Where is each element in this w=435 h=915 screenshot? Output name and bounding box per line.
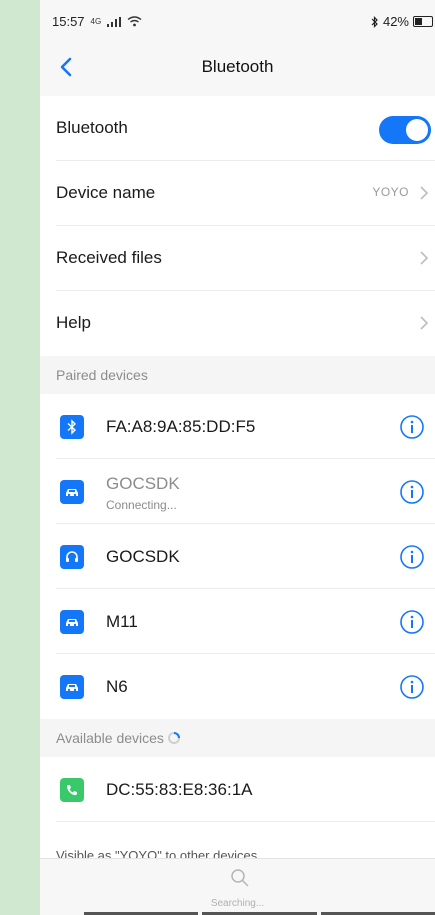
device-name-row[interactable]: Device name YOYO: [40, 161, 435, 226]
signal-label: 4G: [90, 17, 102, 26]
paired-device-row[interactable]: GOCSDK: [40, 524, 435, 589]
bluetooth-status-icon: [371, 15, 378, 28]
searching-label: Searching...: [210, 898, 265, 909]
received-files-label: Received files: [56, 248, 162, 267]
help-row[interactable]: Help: [40, 291, 435, 356]
device-name: FA:A8:9A:85:DD:F5: [106, 417, 256, 436]
device-name: DC:55:83:E8:36:1A: [106, 780, 253, 799]
info-icon[interactable]: [399, 479, 425, 505]
wifi-icon: [127, 16, 142, 27]
device-name-value: YOYO: [372, 185, 409, 199]
bluetooth-label: Bluetooth: [56, 118, 128, 137]
search-icon[interactable]: [230, 868, 250, 888]
chevron-right-icon: [420, 316, 429, 330]
paired-device-row[interactable]: N6: [40, 654, 435, 719]
car-icon: [60, 610, 84, 634]
received-files-row[interactable]: Received files: [40, 226, 435, 291]
device-name: M11: [106, 612, 138, 631]
device-name: N6: [106, 677, 128, 696]
car-icon: [60, 480, 84, 504]
phone-icon: [60, 778, 84, 802]
screen: 15:57 4G 42% Bluetooth Bluetooth Device …: [40, 0, 435, 915]
device-status: Connecting...: [106, 498, 177, 512]
info-icon[interactable]: [399, 544, 425, 570]
bluetooth-toggle[interactable]: [379, 116, 431, 144]
available-devices-header: Available devices: [40, 719, 435, 757]
help-label: Help: [56, 313, 91, 332]
bluetooth-icon: [60, 415, 84, 439]
device-name: GOCSDK: [106, 474, 180, 493]
paired-devices-header: Paired devices: [40, 356, 435, 394]
loading-spinner-icon: [167, 732, 180, 744]
chevron-right-icon: [420, 186, 429, 200]
device-name: GOCSDK: [106, 547, 180, 566]
battery-percent: 42%: [382, 14, 409, 29]
headset-icon: [60, 545, 84, 569]
signal-icon: [107, 16, 122, 27]
paired-device-row[interactable]: FA:A8:9A:85:DD:F5: [40, 394, 435, 459]
status-time: 15:57: [52, 14, 85, 29]
available-device-row[interactable]: DC:55:83:E8:36:1A: [40, 757, 435, 822]
info-icon[interactable]: [399, 674, 425, 700]
info-icon[interactable]: [399, 609, 425, 635]
paired-device-row[interactable]: GOCSDK Connecting...: [40, 459, 435, 524]
available-devices-label: Available devices: [56, 730, 164, 746]
paired-devices-label: Paired devices: [56, 367, 148, 383]
info-icon[interactable]: [399, 414, 425, 440]
page-title: Bluetooth: [201, 57, 274, 76]
car-icon: [60, 675, 84, 699]
device-name-label: Device name: [56, 183, 156, 202]
chevron-right-icon: [420, 251, 429, 265]
paired-device-row[interactable]: M11: [40, 589, 435, 654]
nav-bar: Bluetooth: [40, 38, 435, 96]
status-bar: 15:57 4G 42%: [40, 0, 435, 38]
bottom-bar: Searching...: [40, 858, 435, 915]
battery-icon: [413, 16, 433, 27]
bluetooth-toggle-row: Bluetooth: [40, 96, 435, 161]
